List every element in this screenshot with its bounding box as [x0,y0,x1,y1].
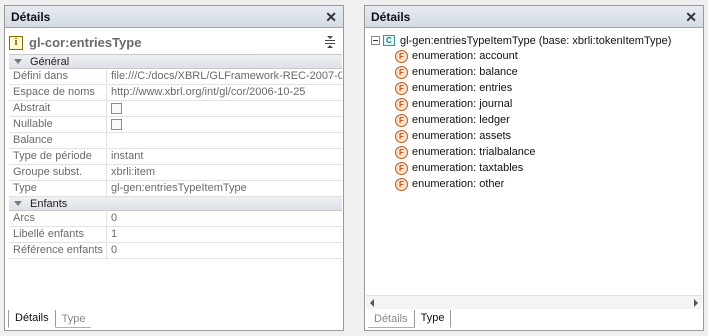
tree-facet-item[interactable]: F enumeration: journal [371,96,697,112]
facet-label: enumeration: trialbalance [412,146,536,158]
facet-icon: F [395,161,408,175]
property-value [107,117,342,132]
property-key: Référence enfants [9,243,107,258]
tree-facet-item[interactable]: F enumeration: assets [371,128,697,144]
panel-title: Détails [371,9,411,24]
panel-tabs: Détails Type [368,310,452,328]
property-key: Espace de noms [9,85,107,100]
property-row: Nullable [9,117,342,133]
facet-label: enumeration: entries [412,82,513,94]
property-value [107,101,342,116]
property-key: Type [9,181,107,196]
tree-facet-item[interactable]: F enumeration: trialbalance [371,144,697,160]
details-panel-left: Détails ✕ i gl-cor:entriesType Général D… [4,5,344,331]
property-row: Abstrait [9,101,342,117]
section-label: Général [30,55,70,68]
abstract-checkbox[interactable] [111,103,122,114]
facet-icon: F [395,97,408,111]
close-icon[interactable]: ✕ [325,10,337,24]
property-value[interactable]: 1 [107,227,342,242]
tree-facet-item[interactable]: F enumeration: account [371,48,697,64]
property-value[interactable]: 0 [107,243,342,258]
facet-label: enumeration: balance [412,66,518,78]
tree-root-node[interactable]: C gl-gen:entriesTypeItemType (base: xbrl… [371,33,697,48]
info-icon: i [9,35,23,50]
property-row: Arcs 0 [9,211,342,227]
property-row: Type de période instant [9,149,342,165]
scroll-left-icon[interactable] [370,298,374,307]
collapse-triangle-icon[interactable] [14,59,22,64]
panel-title: Détails [11,9,51,24]
facet-label: enumeration: ledger [412,114,510,126]
facet-icon: F [395,145,408,159]
property-row: Groupe subst. xbrli:item [9,165,342,181]
facet-icon: F [395,129,408,143]
property-value[interactable]: xbrli:item [107,165,342,180]
panel-titlebar: Détails ✕ [365,6,703,28]
scroll-right-icon[interactable] [694,298,698,307]
property-value[interactable]: 0 [107,211,342,226]
close-icon[interactable]: ✕ [685,10,697,24]
facet-icon: F [395,49,408,63]
property-value[interactable]: file:///C:/docs/XBRL/GLFramework-REC-200… [107,69,342,84]
property-key: Défini dans [9,69,107,84]
section-header-children[interactable]: Enfants [9,197,342,211]
tab-type[interactable]: Type [55,311,92,328]
type-tree: C gl-gen:entriesTypeItemType (base: xbrl… [371,33,697,192]
section-label: Enfants [30,197,68,210]
facet-label: enumeration: account [412,50,518,62]
section-header-general[interactable]: Général [9,55,342,69]
property-row: Type gl-gen:entriesTypeItemType [9,181,342,197]
complex-type-icon: C [383,35,395,46]
property-key: Abstrait [9,101,107,116]
tab-details[interactable]: Détails [8,310,56,328]
properties-grid: Général Défini dans file:///C:/docs/XBRL… [9,54,342,259]
property-value[interactable]: gl-gen:entriesTypeItemType [107,181,342,196]
panel-titlebar: Détails ✕ [5,6,343,28]
property-key: Libellé enfants [9,227,107,242]
property-row: Balance [9,133,342,149]
facet-icon: F [395,65,408,79]
tab-type[interactable]: Type [413,310,452,328]
property-key: Balance [9,133,107,148]
facet-icon: F [395,81,408,95]
panel-tabs: Détails Type [8,310,92,328]
tree-node-label: gl-gen:entriesTypeItemType (base: xbrli:… [400,34,672,47]
tree-facet-item[interactable]: F enumeration: entries [371,80,697,96]
property-row: Libellé enfants 1 [9,227,342,243]
facet-label: enumeration: journal [412,98,513,110]
tree-facet-item[interactable]: F enumeration: other [371,176,697,192]
facet-label: enumeration: assets [412,130,512,142]
property-value[interactable] [107,133,342,148]
property-row: Référence enfants 0 [9,243,342,259]
details-panel-right: Détails ✕ C gl-gen:entriesTypeItemType (… [364,5,704,331]
facet-icon: F [395,113,408,127]
tab-details[interactable]: Détails [368,311,414,328]
property-key: Groupe subst. [9,165,107,180]
property-key: Nullable [9,117,107,132]
facet-icon: F [395,177,408,191]
property-row: Espace de noms http://www.xbrl.org/int/g… [9,85,342,101]
facet-label: enumeration: other [412,178,505,190]
facet-label: enumeration: taxtables [412,162,524,174]
tree-facet-item[interactable]: F enumeration: ledger [371,112,697,128]
property-value[interactable]: http://www.xbrl.org/int/gl/cor/2006-10-2… [107,85,342,100]
collapse-tree-icon[interactable] [371,36,380,45]
collapse-triangle-icon[interactable] [14,201,22,206]
element-header: i gl-cor:entriesType [9,33,339,52]
horizontal-scrollbar[interactable] [366,295,702,309]
property-key: Type de période [9,149,107,164]
property-value[interactable]: instant [107,149,342,164]
property-row: Défini dans file:///C:/docs/XBRL/GLFrame… [9,69,342,85]
tree-facet-item[interactable]: F enumeration: taxtables [371,160,697,176]
collapse-toggle-icon[interactable] [323,35,337,49]
tree-facet-item[interactable]: F enumeration: balance [371,64,697,80]
element-name: gl-cor:entriesType [29,35,142,50]
property-key: Arcs [9,211,107,226]
nullable-checkbox[interactable] [111,119,122,130]
